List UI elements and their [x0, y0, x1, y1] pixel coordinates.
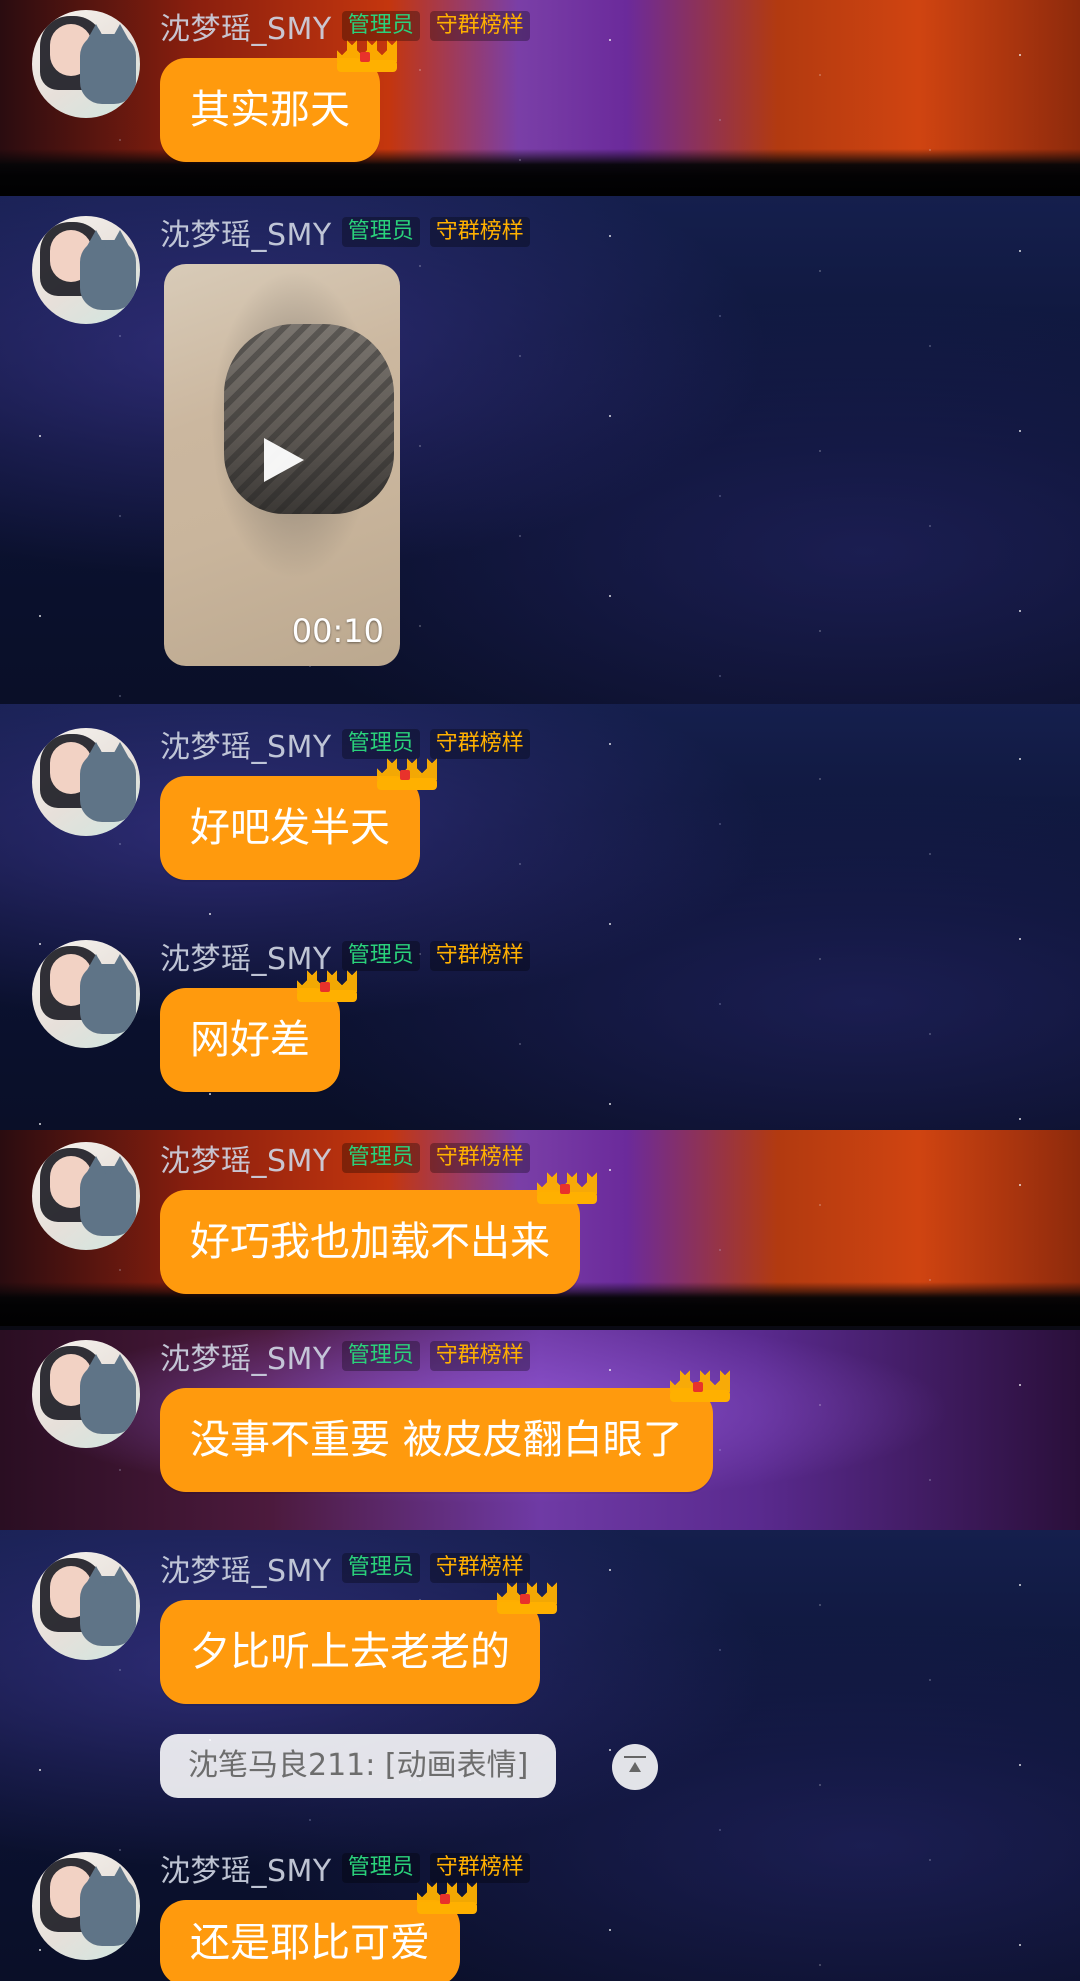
crown-gem [692, 1382, 703, 1392]
message-bubble[interactable]: 没事不重要 被皮皮翻白眼了 [160, 1368, 730, 1492]
crown-icon [412, 1872, 482, 1922]
quoted-reply[interactable]: 沈笔马良211: [动画表情] [160, 1734, 557, 1798]
avatar-cat-plush [80, 742, 136, 822]
sender-row: 沈梦瑶_SMY 管理员 守群榜样 [160, 214, 530, 253]
avatar-cat-plush [80, 1156, 136, 1236]
crown-icon [372, 748, 442, 798]
sender-avatar[interactable] [32, 1142, 140, 1250]
message-bubble[interactable]: 还是耶比可爱 [160, 1880, 477, 1981]
message-text: 还是耶比可爱 [190, 1920, 430, 1966]
sender-row: 沈梦瑶_SMY 管理员 守群榜样 [160, 1550, 530, 1589]
message-text: 好巧我也加载不出来 [190, 1219, 550, 1265]
message-bubble[interactable]: 其实那天 [160, 38, 397, 162]
sender-avatar[interactable] [32, 10, 140, 118]
background-horizon [0, 162, 1080, 196]
sender-name[interactable]: 沈梦瑶_SMY [160, 1846, 332, 1890]
sender-avatar[interactable] [32, 1552, 140, 1660]
crown-icon [332, 30, 402, 80]
avatar-cat-plush [80, 24, 136, 104]
badge-model: 守群榜样 [429, 941, 530, 971]
video-thumbnail-cat [224, 324, 394, 514]
message-text: 网好差 [190, 1017, 310, 1063]
sender-row: 沈梦瑶_SMY 管理员 守群榜样 [160, 1338, 530, 1377]
badge-model: 守群榜样 [429, 11, 530, 41]
crown-icon [492, 1572, 562, 1622]
play-icon[interactable] [264, 438, 304, 482]
avatar-cat-plush [80, 1866, 136, 1946]
sender-name[interactable]: 沈梦瑶_SMY [160, 1334, 332, 1378]
message-text: 没事不重要 被皮皮翻白眼了 [190, 1417, 683, 1463]
video-message[interactable]: 00:10 [164, 264, 400, 666]
sender-name[interactable]: 沈梦瑶_SMY [160, 1136, 332, 1180]
avatar-cat-plush [80, 1566, 136, 1646]
background-horizon [0, 1292, 1080, 1326]
sender-avatar[interactable] [32, 728, 140, 836]
sender-name[interactable]: 沈梦瑶_SMY [160, 210, 332, 254]
sender-name[interactable]: 沈梦瑶_SMY [160, 722, 332, 766]
message-bubble[interactable]: 好吧发半天 [160, 756, 437, 880]
message-bubble[interactable]: 网好差 [160, 968, 357, 1092]
message-text: 夕比听上去老老的 [190, 1629, 510, 1675]
avatar-cat-plush [80, 954, 136, 1034]
badge-admin: 管理员 [341, 1143, 420, 1173]
badge-admin: 管理员 [341, 1553, 420, 1583]
crown-gem [560, 1184, 570, 1194]
sender-avatar[interactable] [32, 1340, 140, 1448]
crown-icon [292, 960, 362, 1010]
avatar-cat-plush [80, 1354, 136, 1434]
background-panel [0, 196, 1080, 704]
badge-model: 守群榜样 [429, 1341, 530, 1371]
badge-admin: 管理员 [341, 1853, 420, 1883]
sender-name[interactable]: 沈梦瑶_SMY [160, 4, 332, 48]
message-text: 好吧发半天 [190, 805, 390, 851]
arrow-up-icon[interactable] [612, 1744, 658, 1790]
badge-model: 守群榜样 [429, 1143, 530, 1173]
quoted-reply-text: 沈笔马良211: [动画表情] [188, 1748, 529, 1783]
video-duration: 00:10 [291, 612, 384, 650]
chat-screen: 沈梦瑶_SMY 管理员 守群榜样 其实那天 沈梦瑶_SMY 管理员 守群榜样 0… [0, 0, 1080, 1981]
crown-icon [532, 1162, 602, 1212]
message-bubble[interactable]: 夕比听上去老老的 [160, 1580, 557, 1704]
crown-gem [400, 770, 410, 780]
sender-avatar[interactable] [32, 1852, 140, 1960]
crown-gem [440, 1894, 450, 1904]
badge-admin: 管理员 [341, 1341, 420, 1371]
crown-icon [665, 1360, 735, 1410]
crown-gem [360, 52, 370, 62]
sender-row: 沈梦瑶_SMY 管理员 守群榜样 [160, 1140, 530, 1179]
badge-model: 守群榜样 [429, 217, 530, 247]
crown-gem [320, 982, 330, 992]
crown-gem [520, 1594, 530, 1604]
message-bubble[interactable]: 好巧我也加载不出来 [160, 1170, 597, 1294]
avatar-cat-plush [80, 230, 136, 310]
sender-row: 沈梦瑶_SMY 管理员 守群榜样 [160, 726, 530, 765]
sender-avatar[interactable] [32, 216, 140, 324]
sender-name[interactable]: 沈梦瑶_SMY [160, 1546, 332, 1590]
sender-avatar[interactable] [32, 940, 140, 1048]
badge-model: 守群榜样 [429, 729, 530, 759]
badge-admin: 管理员 [341, 217, 420, 247]
message-text: 其实那天 [190, 87, 350, 133]
